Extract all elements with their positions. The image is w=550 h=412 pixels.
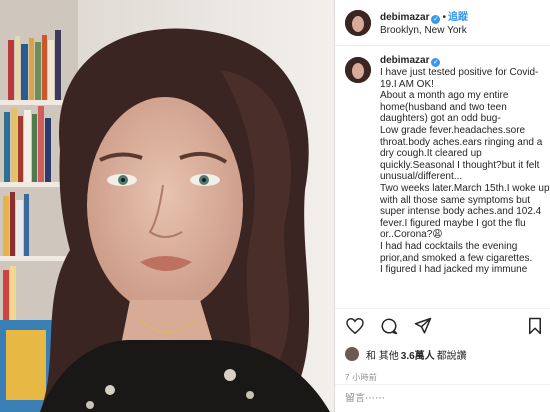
post-header: debimazar ✓ • 追蹤 Brooklyn, New York xyxy=(335,0,550,46)
likes-suffix: 都說讚 xyxy=(436,350,467,362)
comment-input[interactable] xyxy=(345,393,515,404)
heart-icon[interactable] xyxy=(345,316,365,336)
caption-line: I figured I had jacked my immune xyxy=(380,264,528,276)
post-side-panel: debimazar ✓ • 追蹤 Brooklyn, New York debimaz… xyxy=(334,0,550,412)
likes-prefix: 和 其他 xyxy=(366,350,399,362)
location-link[interactable]: Brooklyn, New York xyxy=(380,24,468,37)
caption-line: Low grade fever.headaches.sore throat.bo… xyxy=(380,124,543,183)
caption-line: About a month ago my entire home(husband… xyxy=(380,90,509,125)
caption-area[interactable]: debimazar ✓ I have just tested positive f… xyxy=(335,55,550,305)
likes-count[interactable]: 3.6萬人 xyxy=(401,347,435,362)
header-username[interactable]: debimazar xyxy=(380,12,429,23)
add-comment-bar xyxy=(335,384,550,412)
post-caption: debimazar ✓ I have just tested positive f… xyxy=(380,55,550,276)
caption-line: I have just tested positive for Covid-19… xyxy=(380,67,539,90)
avatar[interactable] xyxy=(345,9,371,36)
verified-badge-icon: ✓ xyxy=(431,58,441,67)
caption-username[interactable]: debimazar xyxy=(380,55,429,67)
separator-dot: • xyxy=(442,11,446,23)
action-bar xyxy=(335,308,550,342)
post-timestamp[interactable]: 7 小時前 xyxy=(345,372,377,383)
comment-icon[interactable] xyxy=(379,316,399,336)
caption-avatar[interactable] xyxy=(345,57,371,83)
bookmark-icon[interactable] xyxy=(525,316,545,336)
verified-badge-icon: ✓ xyxy=(431,14,441,24)
likes-summary[interactable]: 和 其他 3.6萬人 都說讚 xyxy=(335,342,550,366)
caption-line: Two weeks later.March 15th.I woke up wit… xyxy=(380,182,550,241)
liker-avatar[interactable] xyxy=(345,347,359,361)
caption-line: I had had cocktails the evening prior,an… xyxy=(380,240,533,264)
share-icon[interactable] xyxy=(413,316,433,336)
selfie-image: Debi xyxy=(0,0,334,412)
post-photo[interactable]: Debi xyxy=(0,0,334,412)
follow-button[interactable]: 追蹤 xyxy=(448,12,468,23)
